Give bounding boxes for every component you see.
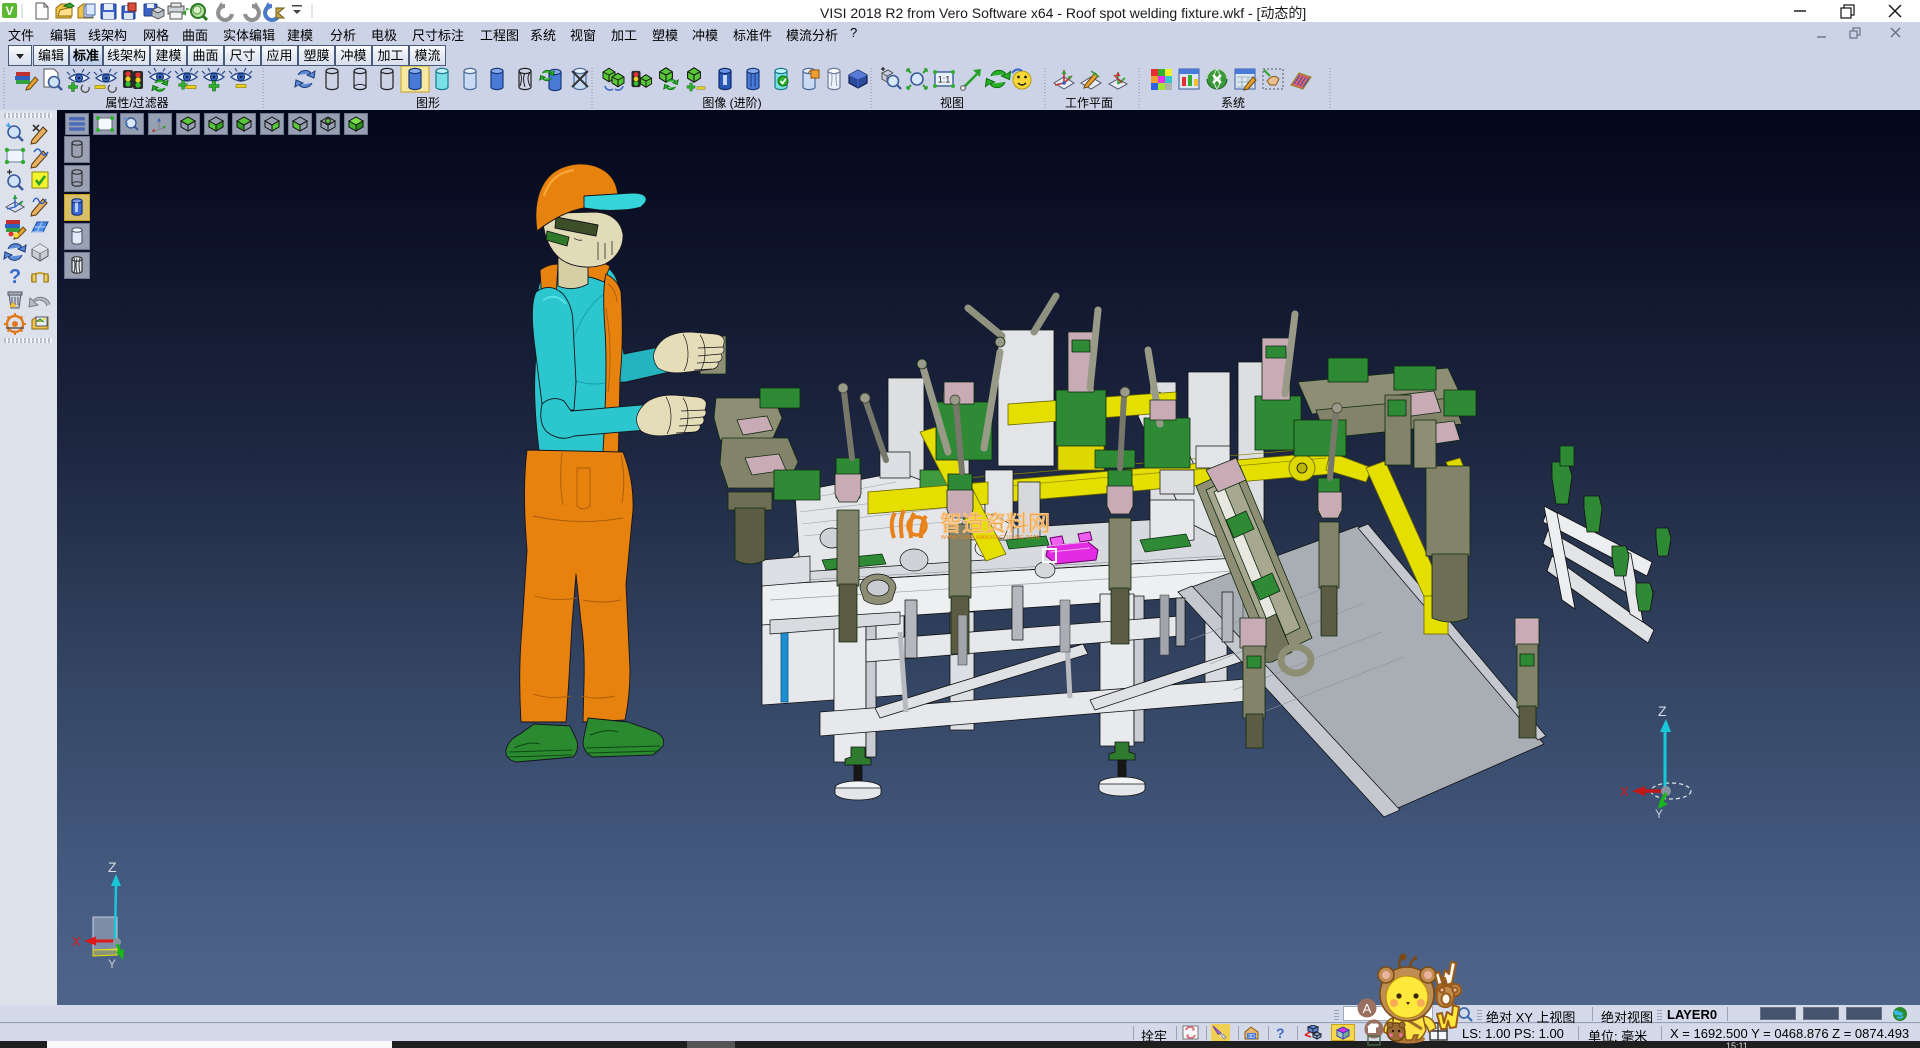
- svg-text:V: V: [5, 4, 13, 18]
- svg-text:?: ?: [9, 266, 21, 288]
- svg-text:Y: Y: [108, 957, 116, 971]
- svg-text:1:1: 1:1: [938, 75, 951, 85]
- svg-text:Z: Z: [1658, 703, 1667, 719]
- svg-text:WWW.CHINA MANUFACTURING DATA: WWW.CHINA MANUFACTURING DATA: [941, 535, 1040, 541]
- svg-text:智造资料网: 智造资料网: [940, 511, 1050, 536]
- svg-text:A: A: [1363, 1001, 1372, 1016]
- svg-text:Y: Y: [1655, 807, 1663, 821]
- svg-text:3D: 3D: [1248, 1034, 1255, 1040]
- svg-text:Z: Z: [108, 859, 117, 875]
- svg-text:X: X: [1620, 784, 1629, 799]
- svg-text:X: X: [72, 934, 81, 949]
